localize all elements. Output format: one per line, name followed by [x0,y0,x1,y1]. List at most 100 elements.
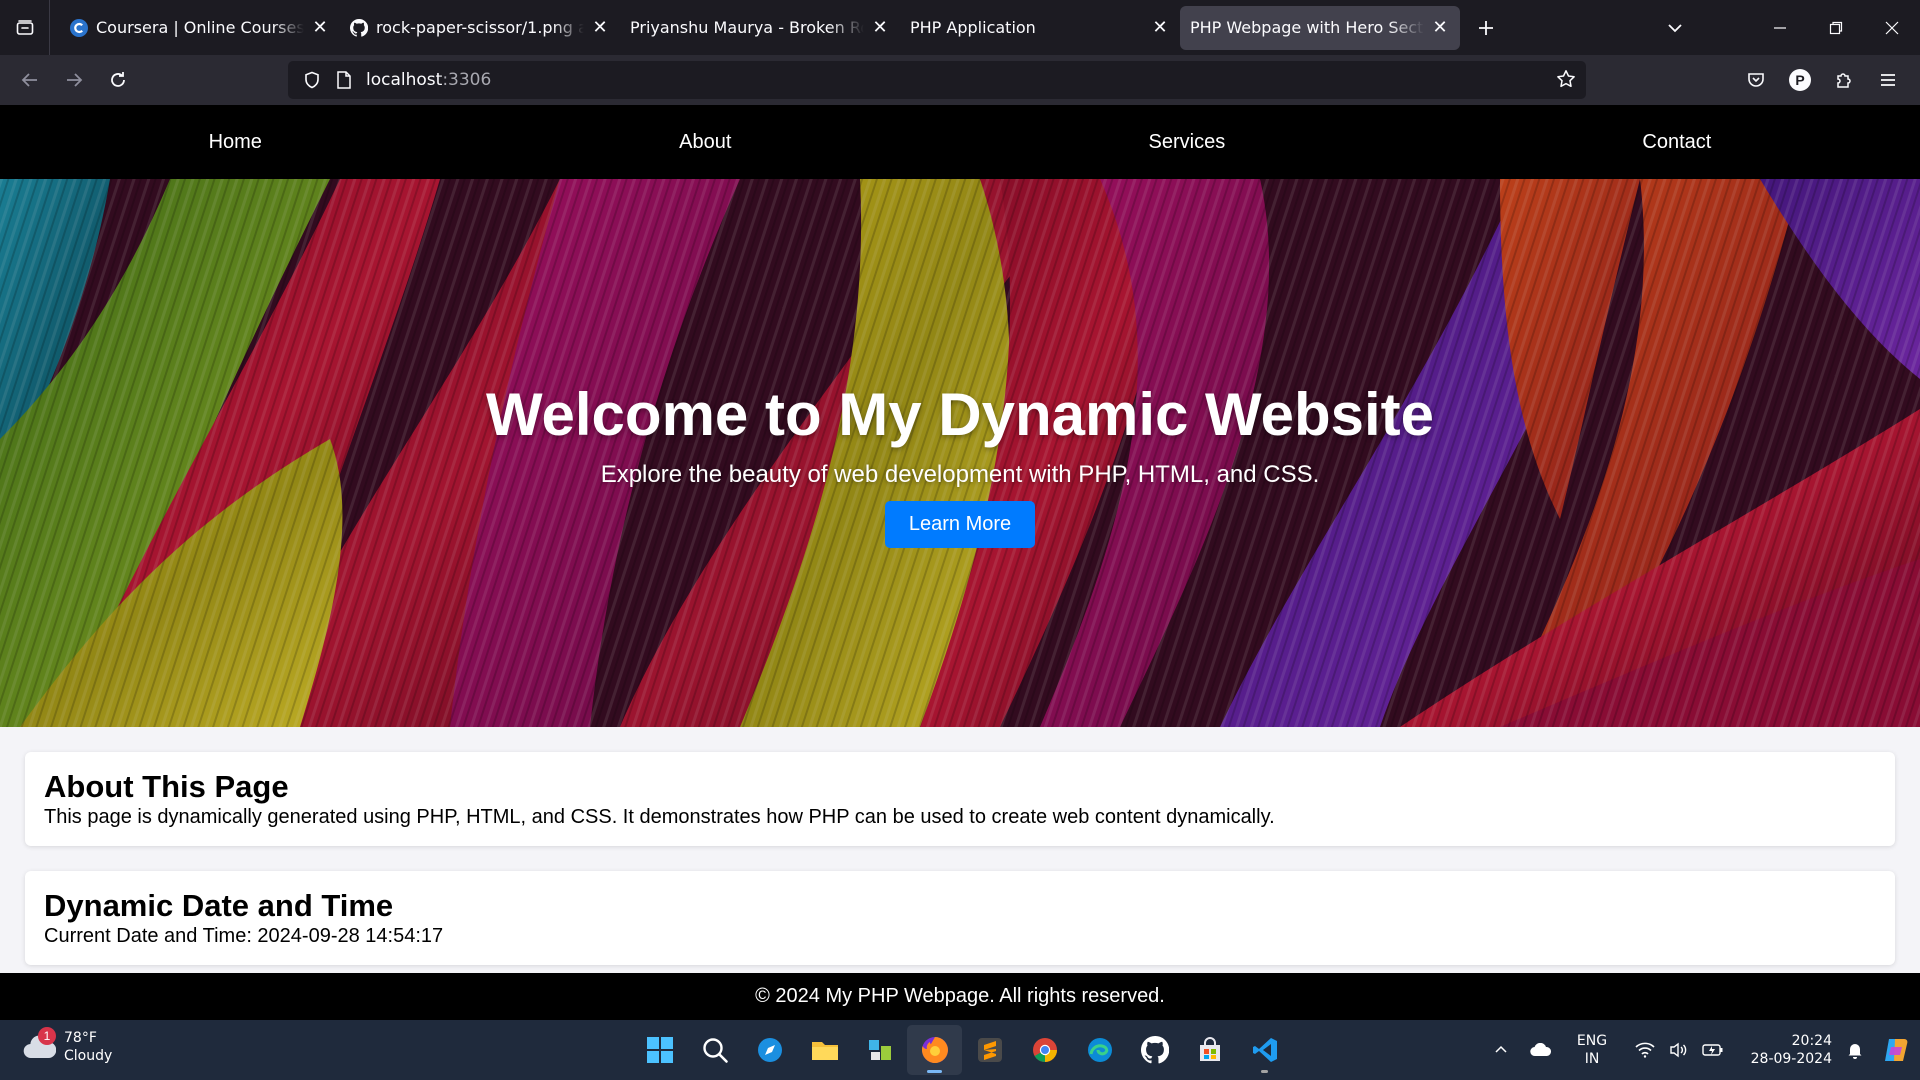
app-menu-button[interactable] [1866,60,1910,100]
site-footer: © 2024 My PHP Webpage. All rights reserv… [0,973,1920,1020]
windows-logo-icon [646,1037,673,1063]
taskbar-app-sublime-text[interactable] [962,1025,1017,1075]
volume-button[interactable] [1662,1030,1696,1070]
learn-more-button[interactable]: Learn More [884,501,1036,548]
list-all-tabs-button[interactable] [1655,8,1695,48]
about-text: This page is dynamically generated using… [44,806,1275,828]
weather-widget[interactable]: 1 78°F Cloudy [22,1027,112,1065]
extensions-button[interactable] [1822,60,1866,100]
hero-content: Welcome to My Dynamic Website Explore th… [0,179,1920,727]
restore-icon [1829,21,1843,34]
taskbar-app-chrome[interactable] [1017,1025,1072,1075]
notifications-button[interactable] [1838,1030,1872,1070]
bookmark-star-icon[interactable] [1556,69,1576,94]
lang-primary: ENG [1576,1033,1608,1049]
new-tab-button[interactable] [1466,8,1506,48]
clock-button[interactable]: 20:24 28-09-2024 [1740,1032,1832,1068]
tab-priyanshu[interactable]: Priyanshu Maurya - Broken Rock Paper Sci… [620,6,900,50]
window-controls [1752,0,1920,55]
url-port: :3306 [442,70,492,90]
close-icon[interactable]: ✕ [590,17,610,38]
reload-button[interactable] [96,60,140,100]
weather-temp: 78°F [64,1030,97,1046]
close-icon [1885,21,1899,34]
show-hidden-icons-button[interactable] [1484,1030,1518,1070]
shield-icon[interactable] [296,71,328,89]
account-avatar-icon: P [1789,69,1811,91]
battery-button[interactable] [1696,1030,1730,1070]
hamburger-menu-icon [1881,74,1895,86]
shopping-bag-icon [1199,1037,1220,1061]
forward-button[interactable] [52,60,96,100]
hero-subtitle: Explore the beauty of web development wi… [600,461,1320,488]
pocket-button[interactable] [1734,60,1778,100]
tab-title: Coursera | Online Courses From Top Unive… [96,18,304,37]
taskbar-app-file-explorer[interactable] [797,1025,852,1075]
url-text: localhost:3306 [366,70,491,90]
taskbar-app-firefox[interactable] [907,1025,962,1075]
nav-link-about[interactable]: About [679,131,731,154]
hero-section: Welcome to My Dynamic Website Explore th… [0,179,1920,727]
compass-icon [757,1038,782,1062]
taskbar-app-edge[interactable] [1072,1025,1127,1075]
taskbar-app-vscode[interactable] [1237,1025,1292,1075]
datetime-text: Current Date and Time: 2024-09-28 14:54:… [44,925,444,947]
tab-coursera[interactable]: Coursera | Online Courses From Top Unive… [60,6,340,50]
tab-title: rock-paper-scissor/1.png at main [376,18,584,37]
close-icon[interactable]: ✕ [1150,17,1170,38]
taskbar-app-store[interactable] [852,1025,907,1075]
firefox-icon [921,1037,948,1063]
tab-php-webpage[interactable]: PHP Webpage with Hero Section ✕ [1180,5,1460,50]
minimize-icon [1774,26,1786,29]
search-button[interactable] [687,1025,742,1075]
weather-condition: Cloudy [64,1048,113,1064]
edge-icon [1087,1038,1112,1062]
github-icon [350,18,368,37]
search-icon [702,1038,728,1063]
nav-link-contact[interactable]: Contact [1642,131,1711,154]
reload-icon [111,72,125,87]
taskbar-app-github-desktop[interactable] [1127,1025,1182,1075]
minimize-button[interactable] [1752,0,1808,55]
store-icon [868,1040,891,1060]
url-bar[interactable]: localhost:3306 [288,61,1586,99]
page-viewport: Home About Services Contact Welcome to M… [0,105,1920,1020]
copilot-button[interactable] [1872,1030,1920,1070]
weather-text: 78°F Cloudy [64,1029,112,1065]
tab-list-button[interactable] [0,0,50,55]
nav-link-home[interactable]: Home [209,131,262,154]
account-button[interactable]: P [1778,60,1822,100]
start-button[interactable] [632,1025,687,1075]
close-window-button[interactable] [1864,0,1920,55]
taskbar-app-safari-like[interactable] [742,1025,797,1075]
about-heading: About This Page [44,769,289,804]
close-icon[interactable]: ✕ [870,17,890,38]
input-language-button[interactable]: ENG IN [1564,1032,1620,1068]
tab-php-application[interactable]: PHP Application ✕ [900,6,1180,50]
wifi-icon [1635,1042,1655,1058]
back-button[interactable] [8,60,52,100]
weather-badge: 1 [38,1027,56,1045]
tab-manager-icon [16,19,33,35]
close-icon[interactable]: ✕ [310,17,330,38]
hero-title: Welcome to My Dynamic Website [485,381,1435,448]
taskbar-app-store-bag[interactable] [1182,1025,1237,1075]
datetime-card: Dynamic Date and Time Current Date and T… [25,871,1895,965]
restore-button[interactable] [1808,0,1864,55]
page-icon[interactable] [328,71,360,89]
onedrive-button[interactable] [1518,1030,1564,1070]
taskbar: 1 78°F Cloudy ENG IN 20:24 28-09-2024 [0,1020,1920,1080]
toolbar-right: P [1734,60,1910,100]
wifi-button[interactable] [1628,1030,1662,1070]
site-navigation: Home About Services Contact [0,105,1920,179]
volume-icon [1670,1042,1687,1058]
tab-github[interactable]: rock-paper-scissor/1.png at main ✕ [340,6,620,50]
close-icon[interactable]: ✕ [1430,17,1450,38]
nav-link-services[interactable]: Services [1149,131,1226,154]
browser-toolbar: localhost:3306 P [0,55,1920,105]
folder-icon [811,1042,838,1060]
chrome-icon [1032,1038,1057,1062]
about-card: About This Page This page is dynamically… [25,752,1895,846]
puzzle-icon [1837,73,1851,88]
battery-charging-icon [1702,1044,1723,1056]
